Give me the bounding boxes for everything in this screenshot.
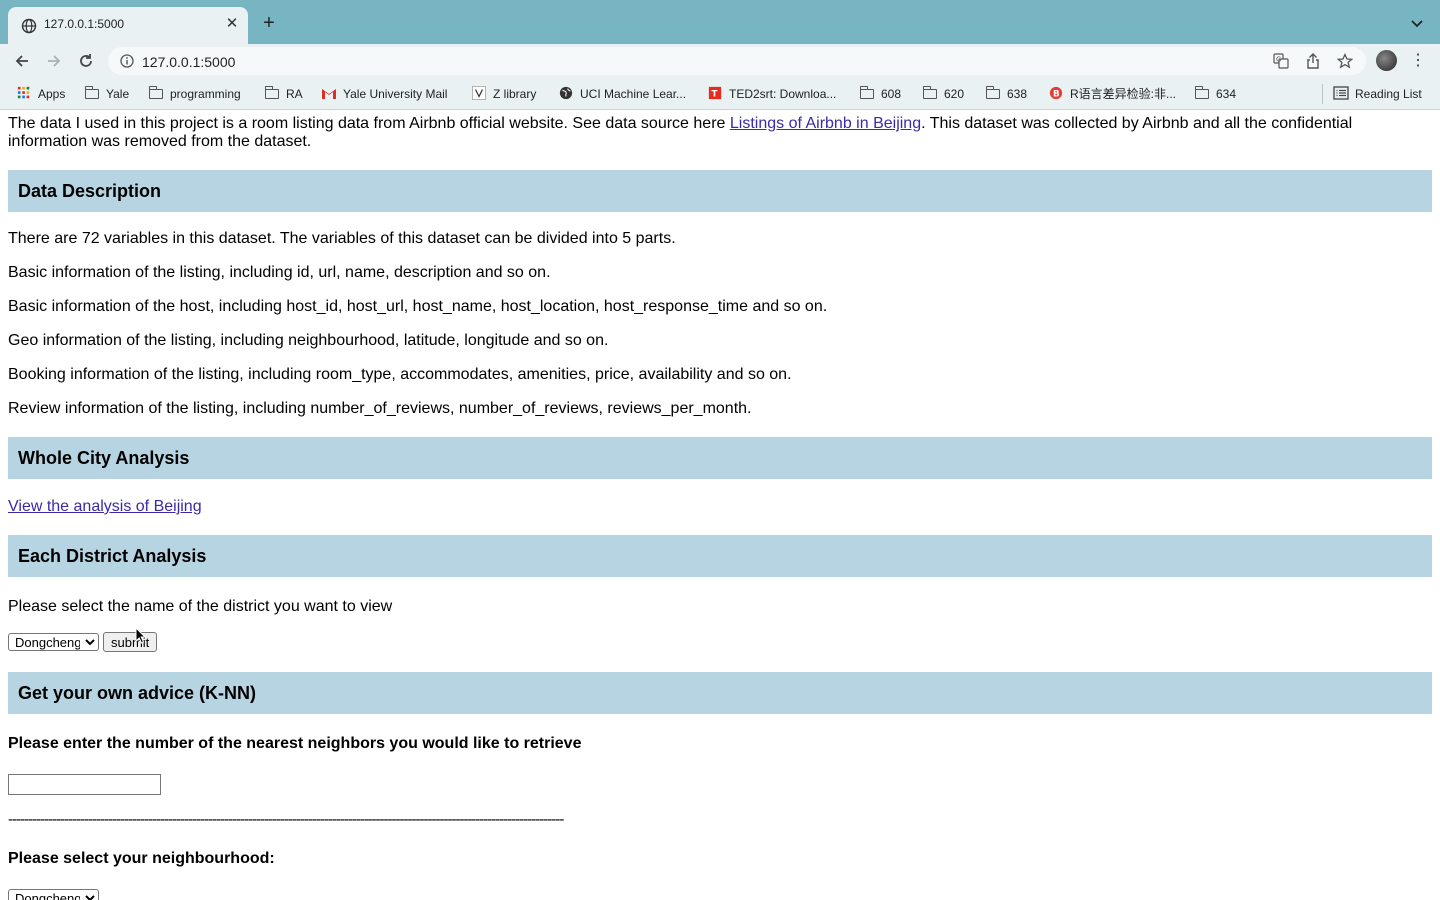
gmail-icon [322, 89, 336, 99]
description-line: Basic information of the host, including… [8, 298, 828, 315]
neighbors-input[interactable] [8, 774, 161, 795]
reading-list-button[interactable]: Reading List [1333, 86, 1422, 102]
svg-text:T: T [712, 90, 718, 100]
bookmark-uci[interactable]: UCI Machine Lear... [558, 86, 686, 102]
mouse-cursor-icon [135, 627, 147, 644]
page-content: The data I used in this project is a roo… [0, 111, 1440, 900]
globe-icon [21, 18, 37, 34]
bookmark-label: Z library [493, 87, 537, 101]
bookmark-label: 638 [1007, 87, 1028, 101]
reading-list-icon [1333, 86, 1349, 100]
apps-grid-icon [17, 86, 30, 99]
close-icon[interactable]: ✕ [224, 16, 240, 32]
more-menu-icon[interactable]: ⋮ [1410, 50, 1426, 72]
section-header-data-description: Data Description [8, 170, 1432, 212]
svg-text:G: G [1276, 56, 1281, 64]
tab-strip: 127.0.0.1:5000 ✕ + [0, 0, 1440, 44]
section-title: Data Description [18, 181, 162, 201]
bookmark-yale[interactable]: Yale [84, 86, 130, 102]
csdn-icon: B [1049, 86, 1063, 100]
section-title: Whole City Analysis [18, 448, 190, 468]
section-title: Each District Analysis [18, 546, 207, 566]
svg-text:B: B [1053, 90, 1060, 100]
reload-icon[interactable] [74, 49, 98, 73]
neighbors-prompt: Please enter the number of the nearest n… [8, 735, 582, 752]
description-line: There are 72 variables in this dataset. … [8, 230, 676, 247]
beijing-analysis-link[interactable]: View the analysis of Beijing [8, 498, 202, 516]
bookmark-label: Apps [38, 87, 66, 101]
bookmark-label: Yale [106, 87, 130, 101]
chevron-down-icon[interactable] [1406, 14, 1428, 34]
z-library-icon [472, 86, 486, 100]
bookmark-label: Yale University Mail [343, 87, 448, 101]
intro-text: The data I used in this project is a roo… [8, 115, 730, 132]
section-title: Get your own advice (K-NN) [18, 683, 257, 703]
description-line: Basic information of the listing, includ… [8, 264, 551, 281]
description-line: Booking information of the listing, incl… [8, 366, 792, 383]
separator-line: ----------------------------------------… [8, 811, 564, 828]
bookmark-zlibrary[interactable]: Z library [471, 86, 536, 102]
neighbourhood-prompt: Please select your neighbourhood: [8, 850, 275, 867]
browser-tab[interactable]: 127.0.0.1:5000 ✕ [8, 7, 248, 44]
bookmark-label: R语言差异检验:非... [1070, 87, 1177, 101]
bookmark-label: 620 [944, 87, 965, 101]
folder-icon [922, 86, 937, 99]
bookmarks-bar: Apps Yale programming RA Yale University… [0, 78, 1440, 110]
translate-icon[interactable]: G [1272, 53, 1290, 71]
district-select[interactable]: Dongcheng [8, 633, 99, 651]
bookmark-programming[interactable]: programming [148, 86, 241, 102]
share-icon[interactable] [1304, 53, 1322, 71]
bookmark-634[interactable]: 634 [1194, 86, 1237, 102]
info-icon[interactable] [120, 54, 134, 68]
star-icon[interactable] [1336, 52, 1354, 71]
forward-icon[interactable] [42, 49, 66, 73]
folder-icon [1194, 86, 1209, 99]
description-line: Review information of the listing, inclu… [8, 400, 752, 417]
url-text: 127.0.0.1:5000 [142, 54, 236, 70]
intro-paragraph: The data I used in this project is a roo… [8, 115, 1428, 151]
folder-icon [148, 86, 163, 99]
bookmark-yale-mail[interactable]: Yale University Mail [321, 86, 447, 102]
bookmark-label: 608 [881, 87, 902, 101]
bookmark-608[interactable]: 608 [859, 86, 902, 102]
folder-icon [84, 86, 99, 99]
bookmark-638[interactable]: 638 [985, 86, 1028, 102]
description-line: Geo information of the listing, includin… [8, 332, 609, 349]
bookmark-label: RA [286, 87, 303, 101]
bookmark-label: TED2srt: Downloa... [729, 87, 837, 101]
bookmark-label: 634 [1216, 87, 1237, 101]
listings-link[interactable]: Listings of Airbnb in Beijing [730, 115, 921, 132]
back-icon[interactable] [10, 49, 34, 73]
ted-icon: T [708, 86, 722, 100]
tab-title: 127.0.0.1:5000 [44, 17, 125, 31]
bookmark-r-test[interactable]: B R语言差异检验:非... [1048, 86, 1176, 102]
section-header-district: Each District Analysis [8, 535, 1432, 577]
new-tab-icon[interactable]: + [258, 12, 280, 34]
bookmark-ra[interactable]: RA [264, 86, 303, 102]
browser-toolbar: 127.0.0.1:5000 G ⋮ [0, 44, 1440, 78]
district-prompt: Please select the name of the district y… [8, 598, 393, 615]
folder-icon [264, 86, 279, 99]
neighbourhood-select[interactable]: Dongcheng [8, 889, 99, 900]
submit-button[interactable]: submit [103, 632, 158, 652]
globe-icon [559, 86, 573, 100]
reading-list-label: Reading List [1355, 87, 1422, 101]
bookmark-620[interactable]: 620 [922, 86, 965, 102]
section-header-knn: Get your own advice (K-NN) [8, 672, 1432, 714]
bookmark-ted2srt[interactable]: T TED2srt: Downloa... [707, 86, 836, 102]
section-header-whole-city: Whole City Analysis [8, 437, 1432, 479]
bookmarks-divider [1322, 84, 1323, 104]
folder-icon [985, 86, 1000, 99]
bookmark-label: UCI Machine Lear... [580, 87, 687, 101]
address-bar[interactable]: 127.0.0.1:5000 G [108, 47, 1366, 75]
bookmark-apps[interactable]: Apps [16, 86, 65, 102]
bookmark-label: programming [170, 87, 241, 101]
avatar[interactable] [1376, 50, 1397, 71]
folder-icon [859, 86, 874, 99]
